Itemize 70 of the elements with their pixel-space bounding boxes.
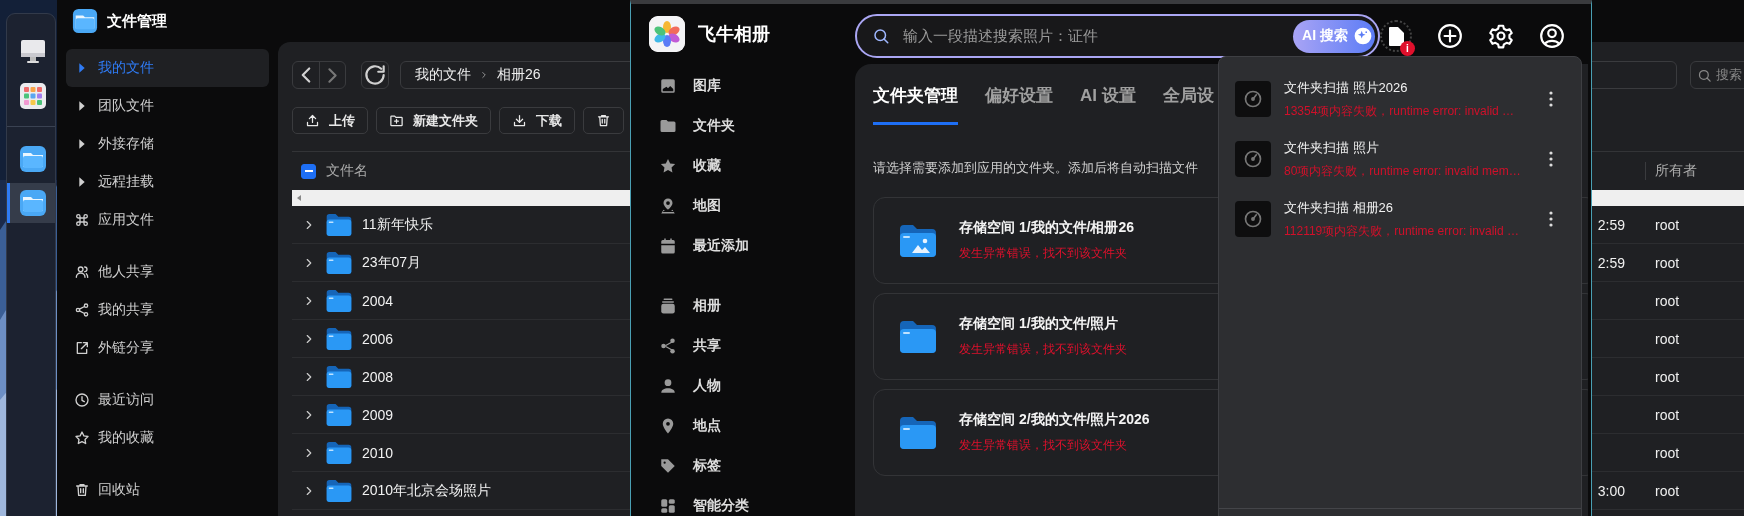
toolbar-button[interactable]: 新建文件夹 [376,107,491,134]
app-title: 飞牛相册 [698,23,770,46]
sidebar-item[interactable]: 外接存储 [66,125,269,163]
file-name[interactable]: 2010 [362,444,394,461]
sidebar-item[interactable]: 地点 [631,406,855,446]
sidebar-item[interactable]: 文件夹 [631,106,855,146]
tab[interactable]: AI 设置 [1080,84,1136,125]
tab[interactable]: 全局设 [1162,84,1214,125]
description-text: 请选择需要添加到应用的文件夹。添加后将自动扫描文件 [873,159,1198,177]
file-name[interactable]: 2009 [362,406,394,423]
breadcrumb-item[interactable]: 我的文件 [415,66,471,84]
table-cell-text: root [1654,254,1681,271]
file-name[interactable]: 23年07月 [362,253,422,272]
file-name[interactable]: 2004 [362,292,394,309]
table-cell-text: root [1654,368,1681,385]
search-field[interactable]: 搜索 [1690,61,1744,89]
sidebar-item[interactable]: 标签 [631,446,855,486]
task-title: 文件夹扫描 照片2026 [1284,78,1409,97]
table-cell-text: root [1654,482,1681,499]
file-name[interactable]: 11新年快乐 [362,215,433,234]
error-message: 13354项内容失败，runtime error: invalid … [1284,102,1516,120]
table-cell-text: root [1654,406,1681,423]
sidebar-item[interactable]: 我的共享 [66,291,269,329]
sidebar-item[interactable]: 外链分享 [66,329,269,367]
table-cell-text: root [1654,330,1681,347]
table-cell-text: root [1654,444,1681,461]
task-title: 文件夹扫描 相册26 [1284,198,1395,217]
sidebar-item[interactable]: 最近访问 [66,381,269,419]
file-name[interactable]: 2008 [362,368,394,385]
sidebar-item[interactable]: 地图 [631,186,855,226]
tab[interactable]: 偏好设置 [985,84,1053,125]
error-message: 发生异常错误，找不到该文件夹 [959,437,1128,454]
toolbar-button[interactable]: 下载 [499,107,575,134]
sidebar-item[interactable]: 应用文件 [66,201,269,239]
search-field[interactable]: 输入一段描述搜索照片：证件 AI 搜索 [855,14,1380,58]
sidebar-item[interactable]: 人物 [631,366,855,406]
table-cell: 3:00 [1597,482,1625,499]
sidebar-item[interactable]: 团队文件 [66,87,269,125]
error-message: 80项内容失败，runtime error: invalid mem… [1284,162,1522,180]
sidebar-item[interactable]: 智能分类 [631,486,855,516]
column-header[interactable]: 所有者 [1645,162,1744,180]
sidebar-item[interactable]: 图库 [631,66,855,106]
sidebar-item[interactable]: 收藏 [631,146,855,186]
sidebar-item[interactable]: 共享 [631,326,855,366]
sidebar-item[interactable]: 他人共享 [66,253,269,291]
notification-badge: i [1400,41,1415,56]
sidebar-item[interactable]: 相册 [631,286,855,326]
file-name[interactable]: 2006 [362,330,394,347]
tab[interactable]: 文件夹管理 [873,84,958,125]
sidebar-item[interactable]: 回收站 [66,471,269,509]
task-title: 文件夹扫描 照片 [1284,138,1380,157]
folder-path: 存储空间 2/我的文件/照片2026 [959,411,1150,429]
error-message: 发生异常错误，找不到该文件夹 [959,341,1127,358]
window-title: 文件管理 [107,11,167,31]
folder-path: 存储空间 1/我的文件/相册26 [959,219,1135,237]
sidebar-item[interactable]: 我的收藏 [66,419,269,457]
sidebar-item[interactable]: 最近添加 [631,226,855,266]
table-cell: 2:59 [1597,254,1625,271]
file-name[interactable]: 2010年北京会场照片 [362,481,492,500]
folder-path: 存储空间 1/我的文件/照片 [959,315,1120,333]
table-cell: 2:59 [1597,216,1625,233]
table-cell-text: root [1654,216,1681,233]
error-message: 发生异常错误，找不到该文件夹 [959,245,1128,262]
toolbar-button[interactable]: 上传 [292,107,368,134]
sidebar-item[interactable]: 远程挂载 [66,163,269,201]
table-cell-text: root [1654,292,1681,309]
sidebar-item[interactable]: 我的文件 [66,49,269,87]
breadcrumb-item[interactable]: 相册26 [497,66,541,84]
column-header[interactable]: 文件名 [326,162,368,180]
error-message: 112119项内容失败，runtime error: invalid … [1284,222,1520,240]
